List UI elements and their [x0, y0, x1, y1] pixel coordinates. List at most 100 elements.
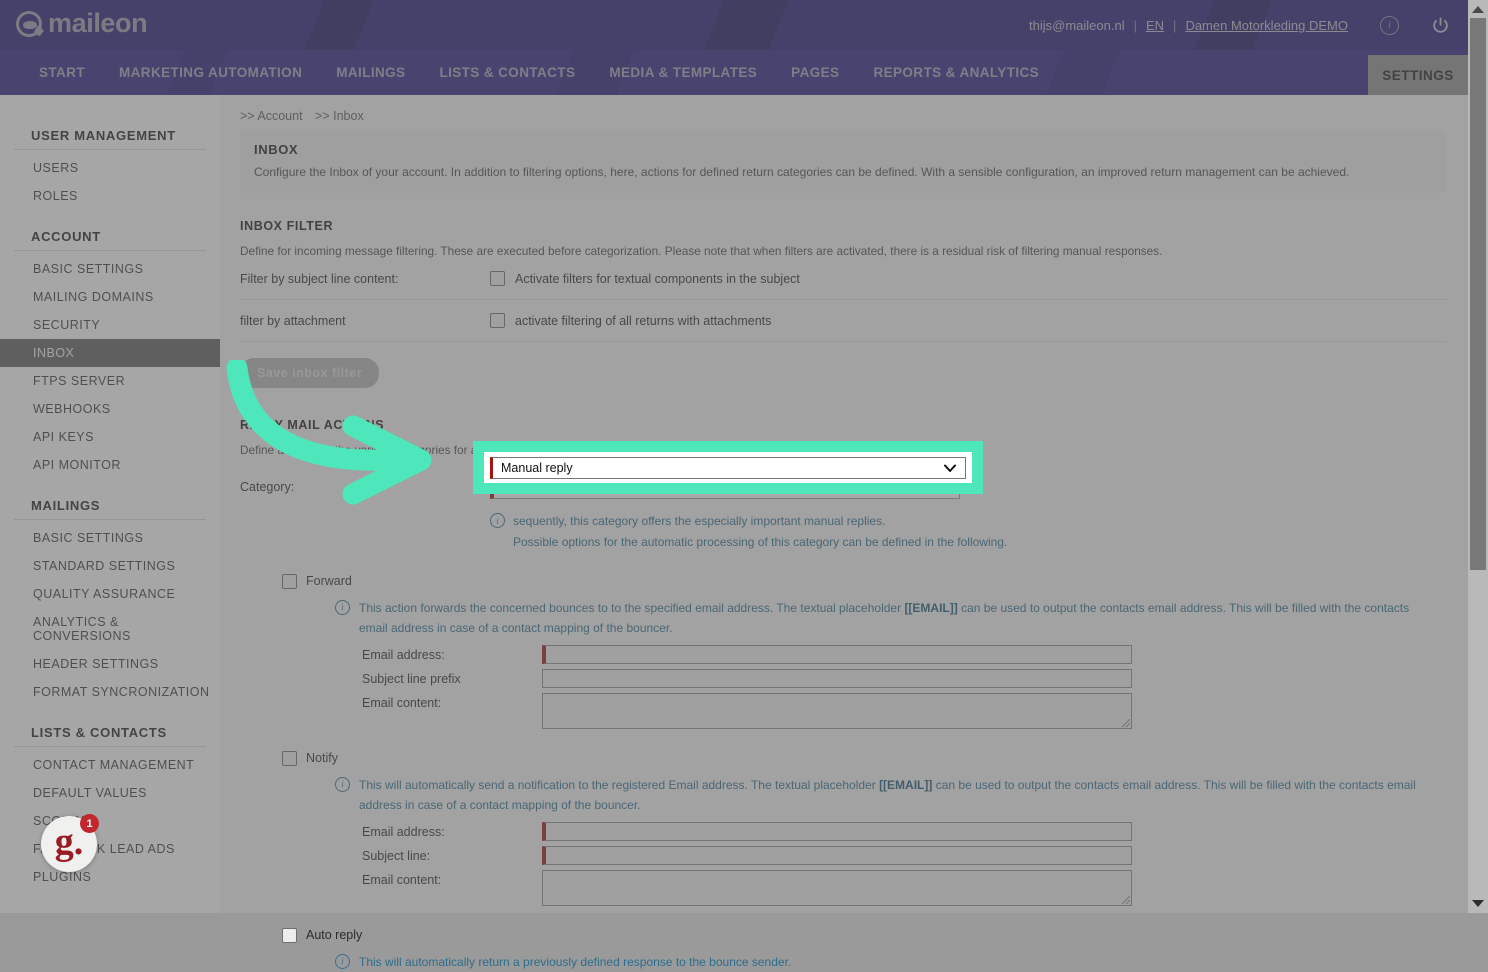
sidebar-item-facebook-lead-ads[interactable]: FACEBOOK LEAD ADS: [0, 835, 220, 863]
nav-item-lists-contacts[interactable]: LISTS & CONTACTS: [422, 65, 592, 80]
chat-widget[interactable]: g. 1: [41, 814, 99, 872]
sidebar-group-account: ACCOUNT BASIC SETTINGS MAILING DOMAINS S…: [0, 223, 220, 479]
filter-attachment-checkbox[interactable]: [490, 313, 505, 329]
sidebar-item-webhooks[interactable]: WEBHOOKS: [0, 395, 220, 423]
separator: |: [1173, 18, 1177, 33]
nav-item-reports-analytics[interactable]: REPORTS & ANALYTICS: [856, 65, 1056, 80]
reply-mail-actions-title: REPLY MAIL ACTIONS: [240, 418, 385, 433]
breadcrumb: >> Account >> Inbox: [220, 95, 1468, 131]
notify-checkbox[interactable]: [282, 750, 297, 766]
forward-content-field-row: Email content:: [362, 692, 1446, 729]
sidebar-item-mailing-domains[interactable]: MAILING DOMAINS: [0, 283, 220, 311]
decorative-swoosh: [643, 0, 797, 50]
sidebar-item-contact-management[interactable]: CONTACT MANAGEMENT: [0, 751, 220, 779]
notify-email-input[interactable]: [542, 821, 1132, 841]
forward-info-text: This action forwards the concerned bounc…: [359, 600, 1410, 636]
account-link[interactable]: Damen Motorkleding DEMO: [1185, 18, 1348, 33]
filter-attachment-checkbox-label: activate filtering of all returns with a…: [515, 313, 772, 328]
forward-subject-input[interactable]: [542, 668, 1132, 688]
notify-info: i This will automatically send a notific…: [240, 775, 1446, 816]
sidebar-item-quality-assurance[interactable]: QUALITY ASSURANCE: [0, 580, 220, 608]
filter-subject-checkbox[interactable]: [490, 271, 505, 287]
forward-checkbox[interactable]: [282, 573, 297, 589]
top-bar: maileon thijs@maileon.nl | EN | Damen Mo…: [0, 0, 1468, 50]
sidebar-item-inbox[interactable]: INBOX: [0, 339, 220, 367]
forward-email-input[interactable]: [542, 644, 1132, 664]
inbox-filter-title: INBOX FILTER: [240, 219, 334, 234]
power-icon[interactable]: [1431, 16, 1450, 35]
forward-email-field-row: Email address:: [362, 644, 1446, 664]
notify-subject-input[interactable]: [542, 845, 1132, 865]
scrollbar-thumb[interactable]: [1470, 18, 1486, 570]
sidebar-item-basic-settings[interactable]: BASIC SETTINGS: [0, 255, 220, 283]
maileon-mark-icon: [16, 10, 42, 37]
forward-content-label: Email content:: [362, 695, 442, 710]
vertical-scrollbar[interactable]: [1468, 0, 1488, 913]
sidebar-item-standard-settings[interactable]: STANDARD SETTINGS: [0, 552, 220, 580]
category-info-line2: Possible options for the automatic proce…: [513, 534, 1008, 549]
sidebar-item-api-keys[interactable]: API KEYS: [0, 423, 220, 451]
info-icon: i: [335, 776, 350, 792]
sidebar-item-header-settings[interactable]: HEADER SETTINGS: [0, 650, 220, 678]
notify-subject-field-row: Subject line:: [362, 845, 1446, 865]
sidebar-item-format-syncronization[interactable]: FORMAT SYNCRONIZATION: [0, 678, 220, 706]
chat-widget-logo: g.: [54, 821, 84, 863]
nav-item-mailings[interactable]: MAILINGS: [319, 65, 422, 80]
sidebar-item-default-values[interactable]: DEFAULT VALUES: [0, 779, 220, 807]
divider: [14, 250, 206, 251]
notify-label: Notify: [306, 751, 338, 766]
nav-item-marketing-automation[interactable]: MARKETING AUTOMATION: [102, 65, 319, 80]
category-info-line1: sequently, this category offers the espe…: [513, 514, 886, 529]
auto-reply-label: Auto reply: [306, 928, 363, 943]
nav-item-start[interactable]: START: [22, 65, 102, 80]
sidebar-item-ftps-server[interactable]: FTPS SERVER: [0, 367, 220, 395]
inbox-filter-section: INBOX FILTER Define for incoming message…: [240, 219, 1446, 389]
sidebar-item-mailings-basic-settings[interactable]: BASIC SETTINGS: [0, 524, 220, 552]
nav-items: START MARKETING AUTOMATION MAILINGS LIST…: [22, 50, 1056, 95]
sidebar-item-security[interactable]: SECURITY: [0, 311, 220, 339]
sidebar-item-roles[interactable]: ROLES: [0, 182, 220, 210]
nav-item-media-templates[interactable]: MEDIA & TEMPLATES: [592, 65, 774, 80]
action-notify-header: Notify: [240, 750, 1446, 766]
language-link[interactable]: EN: [1146, 18, 1164, 33]
main-panel: >> Account >> Inbox INBOX Configure the …: [220, 95, 1468, 969]
sidebar-item-scoring[interactable]: SCORING: [0, 807, 220, 835]
breadcrumb-account[interactable]: >> Account: [240, 109, 303, 123]
sidebar-item-api-monitor[interactable]: API MONITOR: [0, 451, 220, 479]
filter-subject-checkbox-label: Activate filters for textual components …: [515, 271, 800, 286]
sidebar-item-analytics-conversions[interactable]: ANALYTICS & CONVERSIONS: [0, 608, 220, 650]
divider: [14, 746, 206, 747]
sidebar-item-plugins[interactable]: PLUGINS: [0, 863, 220, 891]
category-info-text: sequently, this category offers the espe…: [513, 511, 1007, 552]
sidebar: USER MANAGEMENT USERS ROLES ACCOUNT BASI…: [0, 95, 220, 913]
scroll-down-arrow-icon[interactable]: [1472, 900, 1484, 907]
divider: [14, 519, 206, 520]
info-icon: i: [335, 599, 350, 615]
notify-content-label: Email content:: [362, 872, 442, 887]
action-forward: Forward i This action forwards the conce…: [240, 573, 1446, 729]
action-forward-header: Forward: [240, 573, 1446, 589]
top-right-utilities: thijs@maileon.nl | EN | Damen Motorkledi…: [1029, 16, 1450, 35]
divider: [14, 149, 206, 150]
category-select[interactable]: Manual reply: [490, 475, 960, 500]
nav-item-pages[interactable]: PAGES: [774, 65, 856, 80]
notify-content-textarea[interactable]: [542, 869, 1132, 906]
breadcrumb-inbox[interactable]: >> Inbox: [315, 109, 364, 123]
action-notify: Notify i This will automatically send a …: [240, 750, 1446, 906]
forward-info: i This action forwards the concerned bou…: [240, 598, 1446, 639]
sidebar-heading: LISTS & CONTACTS: [31, 725, 167, 740]
forward-content-textarea[interactable]: [542, 692, 1132, 729]
inbox-filter-description: Define for incoming message filtering. T…: [240, 244, 1163, 259]
save-inbox-filter-button[interactable]: Save inbox filter: [240, 358, 380, 389]
sidebar-item-users[interactable]: USERS: [0, 154, 220, 182]
page-header-box: INBOX Configure the Inbox of your accoun…: [240, 131, 1446, 194]
category-label: Category:: [240, 480, 295, 495]
nav-tab-settings[interactable]: SETTINGS: [1368, 55, 1468, 95]
maileon-logo[interactable]: maileon: [16, 8, 148, 39]
scroll-up-arrow-icon[interactable]: [1472, 6, 1484, 13]
auto-reply-checkbox[interactable]: [282, 927, 297, 943]
content-area: USER MANAGEMENT USERS ROLES ACCOUNT BASI…: [0, 95, 1468, 969]
main-navigation: START MARKETING AUTOMATION MAILINGS LIST…: [0, 50, 1468, 95]
info-icon[interactable]: i: [1380, 16, 1399, 35]
page-description: Configure the Inbox of your account. In …: [254, 165, 1350, 179]
